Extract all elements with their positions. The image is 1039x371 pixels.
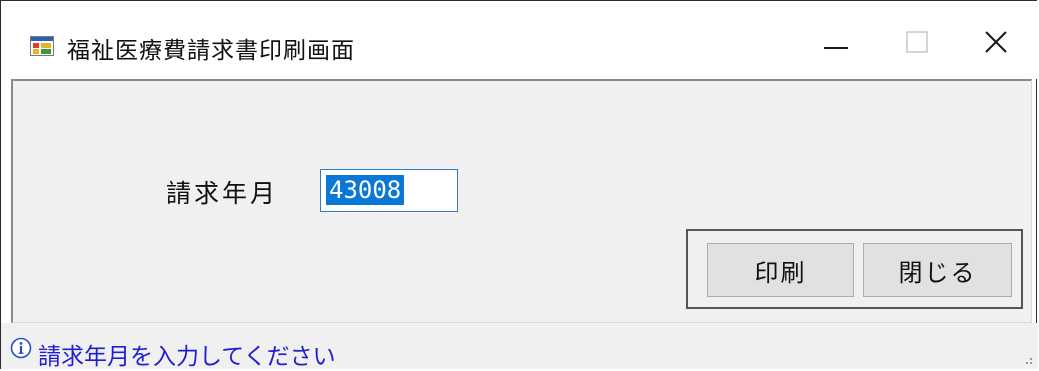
status-bar: 請求年月を入力してください [1, 323, 1038, 370]
minimize-button[interactable] [801, 19, 871, 69]
billing-month-value[interactable]: 43008 [326, 175, 405, 205]
action-button-group: 印刷 閉じる [686, 229, 1023, 309]
title-bar[interactable]: 福祉医療費請求書印刷画面 [1, 1, 1038, 79]
form-window-icon[interactable] [30, 36, 54, 56]
close-button[interactable]: 閉じる [863, 243, 1012, 297]
status-message: 請求年月を入力してください [38, 344, 336, 370]
close-icon [984, 30, 1008, 58]
form-client-area: 請求年月 43008 印刷 閉じる [11, 79, 1032, 323]
billing-month-input[interactable]: 43008 [320, 169, 458, 212]
maximize-button[interactable] [882, 19, 952, 69]
info-icon [10, 337, 32, 359]
minimize-icon [824, 35, 848, 54]
billing-month-label: 請求年月 [166, 179, 279, 208]
print-button[interactable]: 印刷 [707, 243, 854, 297]
app-window: 福祉医療費請求書印刷画面 請求年月 43008 印刷 閉じる 請求年月を入力して… [0, 0, 1038, 370]
close-window-button[interactable] [961, 19, 1031, 69]
resize-grip-icon[interactable] [1020, 351, 1034, 365]
window-title: 福祉医療費請求書印刷画面 [67, 38, 355, 64]
maximize-icon [906, 31, 928, 57]
